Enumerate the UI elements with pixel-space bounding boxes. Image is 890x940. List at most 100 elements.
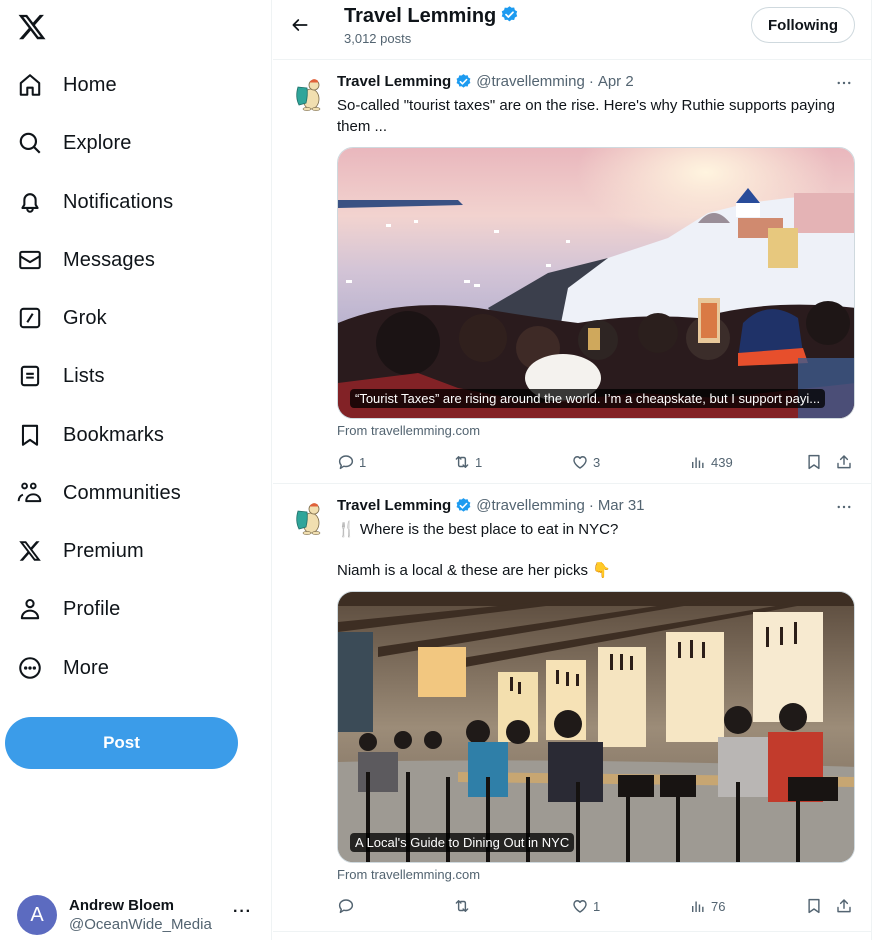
tweet-text: So-called "tourist taxes" are on the ris…: [337, 95, 855, 137]
tweet-text-line: Niamh is a local & these are her picks 👇: [337, 562, 611, 579]
following-button[interactable]: Following: [751, 7, 855, 43]
envelope-icon: [17, 247, 43, 273]
tweet[interactable]: Travel Lemming @travellemming · Apr 2 So…: [273, 61, 871, 484]
nav-messages[interactable]: Messages: [17, 240, 155, 280]
verified-badge-icon: [455, 497, 472, 514]
more-dots-icon[interactable]: ···: [233, 903, 252, 921]
sidebar: Home Explore Notifications Messages Grok…: [0, 0, 272, 940]
reply-icon: [338, 899, 354, 914]
nav-profile[interactable]: Profile: [17, 589, 120, 629]
nav-bookmarks-label: Bookmarks: [63, 423, 164, 446]
nav-bookmarks[interactable]: Bookmarks: [17, 415, 164, 455]
card-caption: A Local's Guide to Dining Out in NYC: [350, 833, 575, 852]
tweet-date[interactable]: Mar 31: [598, 497, 645, 514]
tweet-actions: 1 76: [337, 896, 855, 916]
more-dots-icon[interactable]: [833, 497, 855, 517]
nav-premium[interactable]: Premium: [17, 531, 144, 571]
nav-notifications-label: Notifications: [63, 190, 174, 213]
bookmark-icon: [17, 422, 43, 448]
tweet-author-name[interactable]: Travel Lemming: [337, 73, 451, 90]
tweet-avatar[interactable]: [289, 73, 329, 113]
heart-icon: [573, 900, 587, 913]
separator-dot: ·: [588, 497, 594, 514]
card-source[interactable]: From travellemming.com: [337, 867, 480, 882]
tweet-avatar[interactable]: [289, 497, 329, 537]
like-button[interactable]: 3: [571, 452, 600, 472]
views-chart-icon: [692, 901, 704, 912]
page-title: Travel Lemming: [344, 5, 497, 27]
account-handle: @OceanWide_Media: [69, 916, 212, 933]
tweet-text: 🍴 Where is the best place to eat in NYC?…: [337, 519, 855, 581]
nav-explore[interactable]: Explore: [17, 123, 132, 163]
nav-grok-label: Grok: [63, 306, 107, 329]
card-caption: “Tourist Taxes” are rising around the wo…: [350, 389, 826, 408]
repost-icon: [455, 456, 469, 468]
reply-button[interactable]: [337, 896, 359, 916]
nav-grok[interactable]: Grok: [17, 298, 107, 338]
account-name: Andrew Bloem: [69, 897, 175, 914]
more-dots-icon[interactable]: [833, 73, 855, 93]
tweet-author-name[interactable]: Travel Lemming: [337, 497, 451, 514]
nav-home[interactable]: Home: [17, 65, 117, 105]
share-button[interactable]: [835, 896, 853, 916]
share-button[interactable]: [835, 452, 853, 472]
link-card[interactable]: “Tourist Taxes” are rising around the wo…: [337, 147, 855, 419]
nav-home-label: Home: [63, 73, 117, 96]
nav-messages-label: Messages: [63, 248, 155, 271]
person-icon: [17, 596, 43, 622]
repost-icon: [455, 900, 469, 912]
bell-icon: [17, 189, 43, 215]
bookmark-button[interactable]: [805, 896, 823, 916]
views-button[interactable]: 76: [689, 896, 725, 916]
card-image-restaurant-bar: [338, 592, 854, 862]
main-column: Travel Lemming 3,012 posts Following Tra…: [273, 0, 872, 940]
verified-badge-icon: [500, 5, 519, 29]
nav-premium-label: Premium: [63, 539, 144, 562]
tweet-author-handle[interactable]: @travellemming: [476, 73, 585, 90]
views-button[interactable]: 439: [689, 452, 733, 472]
avatar: A: [17, 895, 57, 935]
repost-count: 1: [475, 454, 483, 470]
repost-button[interactable]: 1: [453, 452, 482, 472]
tweet-text-line: So-called "tourist taxes" are on the ris…: [337, 97, 835, 135]
reply-button[interactable]: 1: [337, 452, 366, 472]
search-icon: [17, 130, 43, 156]
like-count: 3: [593, 454, 601, 470]
repost-button[interactable]: [453, 896, 475, 916]
view-count: 439: [711, 454, 733, 470]
more-circle-icon: [17, 655, 43, 681]
nav-more[interactable]: More: [17, 648, 109, 688]
tweet-author-handle[interactable]: @travellemming: [476, 497, 585, 514]
card-image-santorini: [338, 148, 854, 418]
reply-count: 1: [359, 454, 367, 470]
share-icon: [837, 455, 851, 469]
tweet-actions: 1 1 3 439: [337, 452, 855, 472]
bookmark-button[interactable]: [805, 452, 823, 472]
bookmark-icon: [808, 898, 820, 914]
separator-dot: ·: [588, 73, 594, 90]
nav-explore-label: Explore: [63, 131, 132, 154]
tweet[interactable]: Travel Lemming @travellemming · Mar 31 🍴…: [273, 485, 871, 932]
views-chart-icon: [692, 457, 704, 468]
link-card[interactable]: A Local's Guide to Dining Out in NYC: [337, 591, 855, 863]
x-logo-icon[interactable]: [17, 12, 47, 42]
list-icon: [17, 363, 43, 389]
nav-lists[interactable]: Lists: [17, 356, 105, 396]
back-arrow-icon[interactable]: [287, 12, 313, 38]
bookmark-icon: [808, 454, 820, 470]
x-logo-icon: [17, 538, 43, 564]
account-switcher[interactable]: A Andrew Bloem @OceanWide_Media ···: [17, 893, 262, 937]
nav-communities[interactable]: Communities: [17, 473, 181, 513]
share-icon: [837, 899, 851, 913]
tweet-text-line: 🍴 Where is the best place to eat in NYC?: [337, 521, 619, 538]
home-icon: [17, 72, 43, 98]
post-button[interactable]: Post: [5, 717, 238, 769]
nav-profile-label: Profile: [63, 597, 121, 620]
post-count: 3,012 posts: [344, 31, 412, 46]
card-source[interactable]: From travellemming.com: [337, 423, 480, 438]
like-button[interactable]: 1: [571, 896, 600, 916]
like-count: 1: [593, 898, 601, 914]
tweet-date[interactable]: Apr 2: [598, 73, 634, 90]
communities-icon: [17, 480, 43, 506]
nav-notifications[interactable]: Notifications: [17, 182, 173, 222]
